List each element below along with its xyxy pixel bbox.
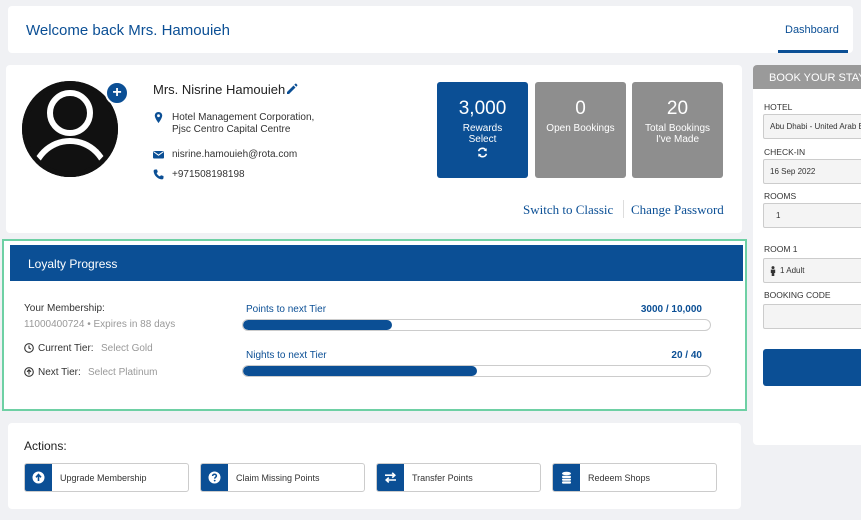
change-password-link[interactable]: Change Password	[631, 202, 724, 218]
total-bookings-value: 20	[666, 98, 689, 119]
rewards-label: Rewards	[462, 123, 503, 134]
room1-guests-select[interactable]: 1 Adult	[763, 258, 861, 283]
claim-missing-points-button[interactable]: Claim Missing Points	[200, 463, 365, 492]
transfer-points-label: Transfer Points	[412, 473, 473, 483]
nights-bar-label: Nights to next Tier	[246, 350, 327, 361]
rooms-label: ROOMS	[764, 191, 797, 201]
tab-dashboard[interactable]: Dashboard	[785, 24, 839, 36]
question-icon	[208, 471, 221, 484]
links-divider	[623, 200, 624, 218]
clock-icon	[24, 343, 34, 353]
rewards-tier-label: Select	[468, 134, 497, 145]
refresh-icon[interactable]	[477, 147, 488, 158]
points-bar-label: Points to next Tier	[246, 304, 327, 315]
checkin-date-field[interactable]: 16 Sep 2022	[763, 159, 861, 184]
actions-card: Actions: Upgrade Membership Claim Missin…	[8, 423, 741, 509]
redeem-shops-button[interactable]: Redeem Shops	[552, 463, 717, 492]
membership-label: Your Membership:	[24, 303, 105, 314]
total-bookings-label: Total Bookings	[644, 123, 711, 134]
rewards-tile[interactable]: 3,000 Rewards Select	[437, 82, 528, 178]
coins-icon	[562, 471, 571, 484]
company-line-2: Pjsc Centro Capital Centre	[172, 124, 291, 135]
profile-card: + Mrs. Nisrine Hamouieh Hotel Management…	[6, 65, 742, 233]
email-envelope-icon	[153, 151, 164, 159]
transfer-arrows-icon	[385, 472, 396, 483]
booking-code-input[interactable]	[763, 304, 861, 329]
nights-progress-fill	[243, 366, 477, 376]
booking-code-label: BOOKING CODE	[764, 290, 831, 300]
upgrade-membership-label: Upgrade Membership	[60, 473, 147, 483]
phone-text: +971508198198	[172, 169, 245, 180]
avatar[interactable]	[22, 81, 118, 177]
top-header: Welcome back Mrs. Hamouieh Dashboard	[8, 6, 853, 53]
book-your-stay-panel: BOOK YOUR STAY HOTEL Abu Dhabi - United …	[753, 65, 861, 445]
total-bookings-tile[interactable]: 20 Total Bookings I've Made	[632, 82, 723, 178]
welcome-title: Welcome back Mrs. Hamouieh	[26, 22, 230, 39]
nights-bar-value: 20 / 40	[671, 350, 702, 361]
add-photo-icon[interactable]: +	[105, 81, 129, 105]
hotel-label: HOTEL	[764, 102, 793, 112]
open-bookings-label: Open Bookings	[546, 123, 615, 134]
nights-progress-track	[242, 365, 711, 377]
loyalty-progress-panel: Loyalty Progress Your Membership: 110004…	[2, 239, 747, 411]
current-tier-label: Current Tier:	[38, 343, 94, 354]
current-tier-value: Select Gold	[101, 343, 153, 354]
checkin-label: CHECK-IN	[764, 147, 806, 157]
phone-icon	[153, 169, 164, 180]
edit-pencil-icon[interactable]	[286, 83, 298, 95]
search-stay-button[interactable]	[763, 349, 861, 386]
next-tier-value: Select Platinum	[88, 367, 158, 378]
book-your-stay-title: BOOK YOUR STAY	[753, 65, 861, 89]
points-progress-track	[242, 319, 711, 331]
person-icon	[770, 266, 776, 276]
loyalty-title: Loyalty Progress	[10, 245, 743, 281]
email-text: nisrine.hamouieh@rota.com	[172, 149, 298, 160]
upgrade-arrow-icon	[32, 471, 45, 484]
membership-detail: 11000400724 • Expires in 88 days	[24, 319, 176, 330]
transfer-points-button[interactable]: Transfer Points	[376, 463, 541, 492]
rewards-points-value: 3,000	[458, 98, 507, 119]
open-bookings-tile[interactable]: 0 Open Bookings	[535, 82, 626, 178]
claim-missing-points-label: Claim Missing Points	[236, 473, 320, 483]
location-pin-icon	[154, 112, 163, 123]
points-progress-fill	[243, 320, 393, 330]
switch-to-classic-link[interactable]: Switch to Classic	[523, 202, 613, 218]
active-tab-indicator	[778, 50, 848, 53]
room1-guests-value: 1 Adult	[780, 266, 805, 275]
up-arrow-circle-icon	[24, 367, 34, 377]
actions-title: Actions:	[24, 439, 67, 453]
profile-name: Mrs. Nisrine Hamouieh	[153, 82, 286, 97]
upgrade-membership-button[interactable]: Upgrade Membership	[24, 463, 189, 492]
total-bookings-label-2: I've Made	[655, 134, 700, 145]
hotel-select[interactable]: Abu Dhabi - United Arab E	[763, 114, 861, 139]
open-bookings-value: 0	[575, 98, 586, 119]
next-tier-label: Next Tier:	[38, 367, 81, 378]
redeem-shops-label: Redeem Shops	[588, 473, 651, 483]
room1-label: ROOM 1	[764, 244, 798, 254]
points-bar-value: 3000 / 10,000	[640, 304, 702, 315]
rooms-select[interactable]: 1	[763, 203, 861, 228]
